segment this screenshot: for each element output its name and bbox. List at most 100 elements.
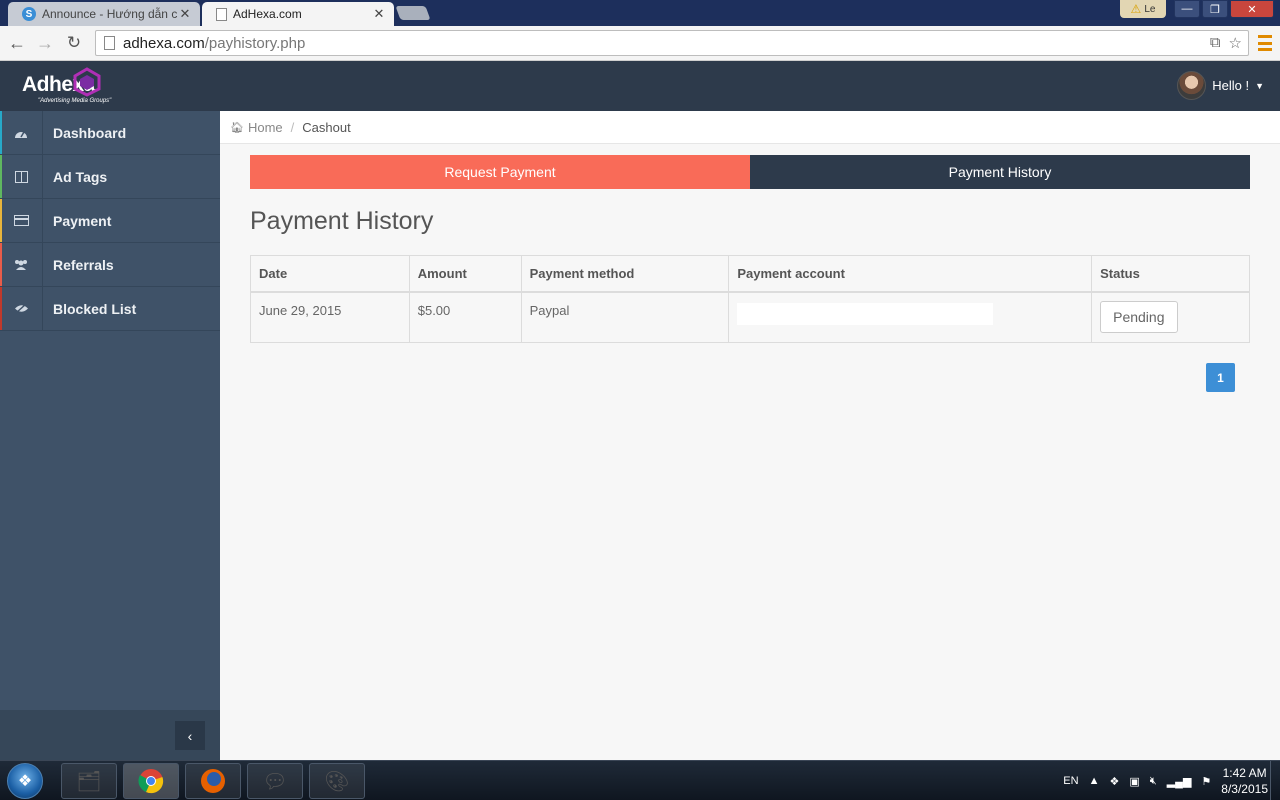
sidebar-accent bbox=[0, 199, 2, 242]
table-header-row: Date Amount Payment method Payment accou… bbox=[250, 255, 1250, 293]
profile-button[interactable]: ⚠ Le bbox=[1120, 0, 1166, 18]
sidebar-item-label: Payment bbox=[53, 212, 112, 229]
cell-date: June 29, 2015 bbox=[250, 291, 410, 343]
sidebar-item-referrals[interactable]: Referrals bbox=[0, 243, 220, 287]
browser-tab-adhexa[interactable]: AdHexa.com ✕ bbox=[202, 2, 394, 26]
column-header-amount: Amount bbox=[408, 255, 522, 293]
avatar bbox=[1177, 71, 1207, 100]
chrome-menu-icon[interactable] bbox=[1258, 35, 1272, 51]
browser-toolbar: ← → ↻ adhexa.com/payhistory.php ⧉ ☆ bbox=[0, 26, 1280, 61]
close-window-button[interactable]: ✕ bbox=[1230, 0, 1274, 18]
status-badge[interactable]: Pending bbox=[1100, 300, 1178, 333]
taskbar-app-explorer[interactable]: 🗂︎ bbox=[61, 763, 117, 799]
sidebar-item-label: Ad Tags bbox=[53, 168, 108, 185]
greeting-text: Hello ! bbox=[1212, 78, 1250, 93]
browser-tab-announce[interactable]: S Announce - Hướng dẫn c ✕ bbox=[8, 2, 200, 26]
network-signal-icon[interactable]: ▂▄▆ bbox=[1167, 775, 1192, 788]
cell-amount: $5.00 bbox=[408, 291, 522, 343]
credit-card-icon bbox=[0, 199, 43, 242]
sidebar-accent bbox=[0, 287, 2, 330]
minimize-button[interactable]: — bbox=[1174, 0, 1200, 18]
tab-request-payment[interactable]: Request Payment bbox=[250, 155, 750, 189]
taskbar-app-firefox[interactable] bbox=[185, 763, 241, 799]
volume-muted-icon[interactable]: 🔇︎ bbox=[1150, 775, 1157, 788]
firefox-icon bbox=[201, 769, 225, 793]
s-logo-icon: S bbox=[22, 7, 36, 21]
maximize-button[interactable]: ❐ bbox=[1202, 0, 1228, 18]
sidebar-item-ad-tags[interactable]: Ad Tags bbox=[0, 155, 220, 199]
clock-date: 8/3/2015 bbox=[1221, 782, 1268, 796]
chrome-icon bbox=[138, 769, 164, 794]
translate-icon[interactable]: ⧉ bbox=[1210, 34, 1221, 52]
show-desktop-button[interactable] bbox=[1270, 761, 1280, 800]
url-domain: adhexa.com bbox=[123, 34, 205, 52]
forward-arrow-icon[interactable]: → bbox=[34, 32, 56, 54]
window-controls: ⚠ Le — ❐ ✕ bbox=[1120, 0, 1274, 18]
breadcrumb-current: Cashout bbox=[302, 119, 351, 135]
back-arrow-icon[interactable]: ← bbox=[6, 32, 28, 54]
sidebar-item-label: Blocked List bbox=[53, 300, 137, 317]
page-title: Payment History bbox=[250, 207, 434, 235]
column-header-date: Date bbox=[250, 255, 410, 293]
column-header-status: Status bbox=[1091, 255, 1250, 293]
user-menu[interactable]: Hello ! ▼ bbox=[1177, 71, 1264, 100]
dashboard-icon bbox=[0, 111, 43, 154]
sidebar-accent bbox=[0, 155, 2, 198]
cell-payment-account bbox=[728, 291, 1093, 343]
browser-tab-title: Announce - Hướng dẫn c bbox=[42, 7, 178, 21]
messenger-icon: 💬︎ bbox=[262, 770, 288, 793]
pagination-page-1[interactable]: 1 bbox=[1206, 363, 1235, 392]
masked-account-value bbox=[737, 302, 994, 325]
new-tab-button[interactable] bbox=[395, 6, 431, 20]
sidebar-accent bbox=[0, 243, 2, 286]
clock-time: 1:42 AM bbox=[1222, 766, 1267, 780]
reload-icon[interactable]: ↻ bbox=[63, 32, 85, 54]
cell-payment-method: Paypal bbox=[520, 291, 730, 343]
breadcrumb: 🏠︎ Home / Cashout bbox=[220, 111, 1280, 144]
page-icon bbox=[104, 36, 115, 50]
bookmark-star-icon[interactable]: ☆ bbox=[1229, 34, 1242, 52]
sidebar-item-label: Referrals bbox=[53, 256, 114, 273]
warning-icon: ⚠ bbox=[1130, 2, 1142, 16]
clock[interactable]: 1:42 AM 8/3/2015 bbox=[1221, 765, 1268, 797]
paint-palette-icon: 🎨︎ bbox=[324, 770, 350, 793]
payment-history-table: Date Amount Payment method Payment accou… bbox=[250, 255, 1250, 343]
breadcrumb-home-link[interactable]: Home bbox=[248, 120, 283, 135]
sidebar-accent bbox=[0, 111, 2, 154]
sidebar-item-blocked-list[interactable]: Blocked List bbox=[0, 287, 220, 331]
sidebar-item-label: Dashboard bbox=[53, 124, 127, 141]
profile-label: Le bbox=[1144, 3, 1156, 15]
page-icon bbox=[216, 7, 227, 21]
tab-payment-history[interactable]: Payment History bbox=[750, 155, 1250, 189]
language-indicator[interactable]: EN bbox=[1063, 775, 1078, 787]
taskbar-app-messenger[interactable]: 💬︎ bbox=[247, 763, 303, 799]
sidebar-item-payment[interactable]: Payment bbox=[0, 199, 220, 243]
caret-down-icon: ▼ bbox=[1255, 80, 1264, 91]
close-icon[interactable]: ✕ bbox=[372, 6, 386, 22]
browser-tab-title: AdHexa.com bbox=[233, 7, 302, 21]
dropbox-icon[interactable]: ❖ bbox=[1109, 775, 1119, 788]
address-bar[interactable]: adhexa.com/payhistory.php ⧉ ☆ bbox=[95, 30, 1249, 56]
start-button[interactable]: ❖ bbox=[7, 763, 43, 799]
close-icon[interactable]: ✕ bbox=[178, 6, 192, 22]
hexagon-logo-icon bbox=[73, 67, 101, 97]
columns-icon bbox=[0, 155, 43, 198]
windows-logo-icon: ❖ bbox=[17, 773, 33, 790]
taskbar: ❖ 🗂︎ 💬︎ 🎨︎ EN ▲ ❖ ▣ 🔇︎ ▂▄▆ ⚑ 1:42 AM 8/3… bbox=[0, 760, 1280, 800]
system-tray: EN ▲ ❖ ▣ 🔇︎ ▂▄▆ ⚑ 1:42 AM 8/3/2015 bbox=[1063, 761, 1268, 800]
tray-expand-icon[interactable]: ▲ bbox=[1089, 775, 1100, 787]
action-center-flag-icon[interactable]: ⚑ bbox=[1201, 775, 1211, 788]
device-icon[interactable]: ▣ bbox=[1129, 775, 1139, 788]
cell-status: Pending bbox=[1091, 291, 1250, 343]
breadcrumb-separator: / bbox=[290, 119, 295, 135]
home-icon: 🏠︎ bbox=[230, 121, 244, 134]
sidebar: Dashboard Ad Tags Payment Referrals Bloc… bbox=[0, 111, 220, 760]
table-row: June 29, 2015 $5.00 Paypal Pending bbox=[250, 291, 1250, 343]
taskbar-app-chrome[interactable] bbox=[123, 763, 179, 799]
sidebar-item-dashboard[interactable]: Dashboard bbox=[0, 111, 220, 155]
collapse-sidebar-button[interactable]: ‹ bbox=[175, 721, 205, 750]
explorer-icon: 🗂︎ bbox=[76, 770, 102, 793]
browser-tabstrip: S Announce - Hướng dẫn c ✕ AdHexa.com ✕ … bbox=[0, 0, 1280, 26]
users-icon bbox=[0, 243, 43, 286]
taskbar-app-paint[interactable]: 🎨︎ bbox=[309, 763, 365, 799]
